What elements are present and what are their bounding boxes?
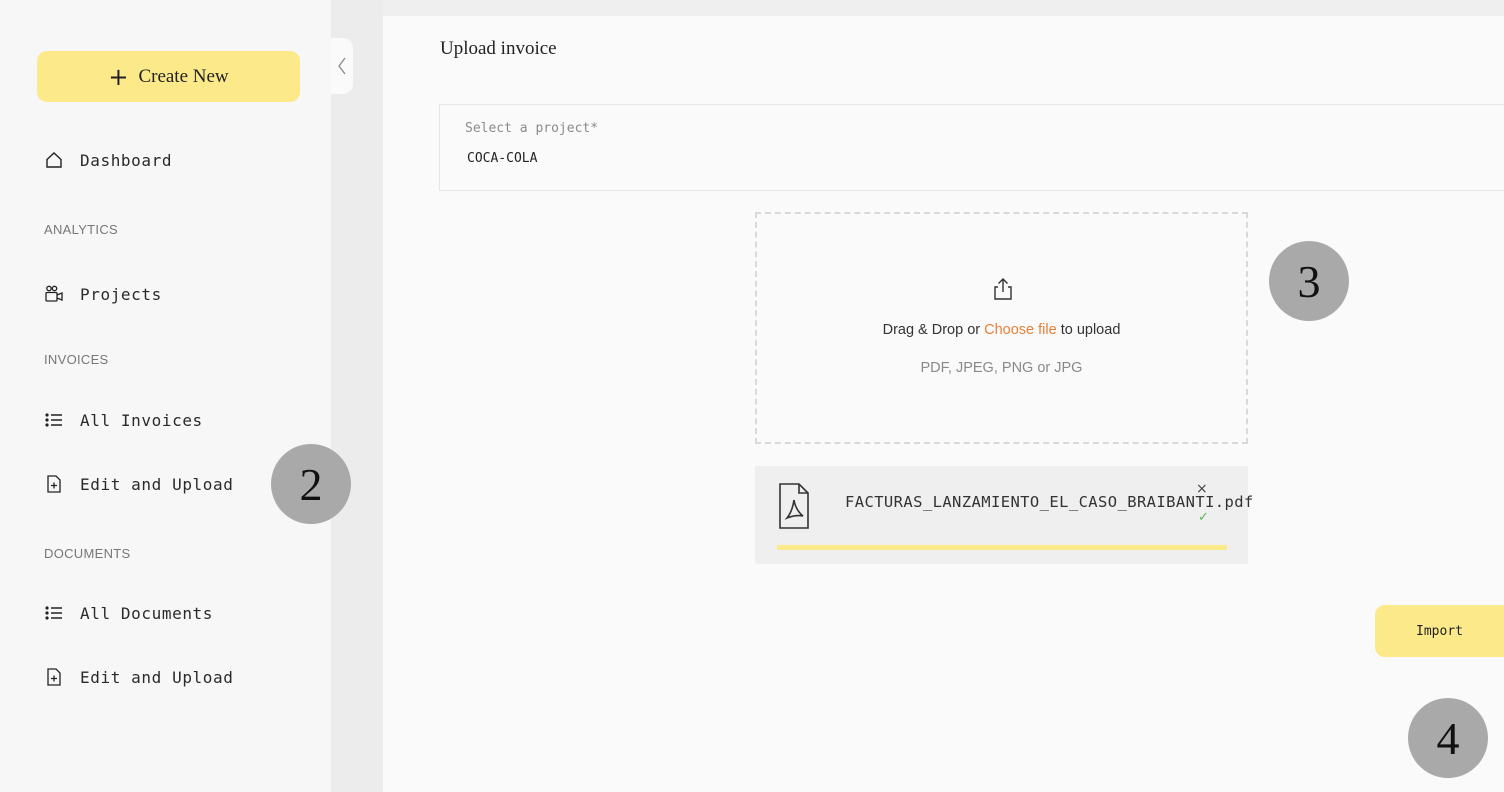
check-icon: ✓ (1198, 510, 1209, 525)
pdf-file-icon (779, 483, 809, 529)
dropzone-text-after: to upload (1056, 322, 1121, 338)
import-button[interactable]: Import (1375, 605, 1504, 657)
project-select-label: Select a project* (465, 121, 599, 136)
sidebar-item-all-invoices[interactable]: All Invoices (44, 407, 203, 433)
dropzone-text-before: Drag & Drop or (882, 322, 985, 338)
file-plus-icon (44, 667, 64, 687)
sidebar-item-documents-edit-upload[interactable]: Edit and Upload (44, 664, 234, 690)
upload-progress-bar (777, 545, 1227, 550)
upload-icon (994, 278, 1012, 300)
sidebar-item-label: Projects (80, 284, 162, 304)
step-marker-3: 3 (1269, 241, 1349, 321)
section-heading-invoices: INVOICES (44, 352, 109, 367)
file-plus-icon (44, 474, 64, 494)
create-new-label: Create New (138, 65, 229, 87)
plus-icon: + (108, 62, 129, 91)
project-select[interactable]: Select a project* COCA-COLA (439, 104, 1504, 191)
sidebar-item-label: Edit and Upload (80, 667, 234, 687)
list-icon (44, 410, 64, 430)
sidebar-item-label: All Documents (80, 603, 214, 623)
uploaded-file-card: FACTURAS_LANZAMIENTO_EL_CASO_BRAIBANTI.p… (755, 466, 1253, 564)
section-heading-analytics: ANALYTICS (44, 222, 118, 237)
step-marker-2: 2 (271, 444, 351, 524)
page-title: Upload invoice (440, 38, 557, 59)
choose-file-link[interactable]: Choose file (984, 322, 1057, 338)
main-panel: Upload invoice Select a project* COCA-CO… (383, 16, 1504, 792)
sidebar-item-label: Edit and Upload (80, 474, 234, 494)
sidebar: + Create New Dashboard ANALYTICS Project… (0, 0, 331, 792)
chevron-left-icon (338, 57, 346, 75)
sidebar-item-invoices-edit-upload[interactable]: Edit and Upload (44, 471, 234, 497)
file-name: FACTURAS_LANZAMIENTO_EL_CASO_BRAIBANTI.p… (845, 493, 1254, 511)
step-marker-4: 4 (1408, 698, 1488, 778)
sidebar-item-dashboard[interactable]: Dashboard (44, 147, 172, 173)
upload-progress-fill (777, 545, 1227, 550)
collapse-sidebar-button[interactable] (331, 38, 353, 94)
sidebar-item-all-documents[interactable]: All Documents (44, 600, 213, 626)
create-new-button[interactable]: + Create New (37, 51, 300, 102)
project-select-value: COCA-COLA (467, 151, 538, 166)
section-heading-documents: DOCUMENTS (44, 546, 131, 561)
list-icon (44, 603, 64, 623)
dropzone-instructions: Drag & Drop or Choose file to upload (757, 322, 1246, 338)
sidebar-item-label: Dashboard (80, 150, 173, 170)
sidebar-item-projects[interactable]: Projects (44, 281, 162, 307)
sidebar-item-label: All Invoices (80, 410, 203, 430)
sidebar-divider (331, 0, 383, 792)
file-dropzone[interactable]: Drag & Drop or Choose file to upload PDF… (755, 212, 1248, 444)
close-icon[interactable]: × (1196, 481, 1208, 497)
dropzone-accepted-formats: PDF, JPEG, PNG or JPG (920, 360, 1083, 376)
home-icon (44, 150, 64, 170)
camera-icon (44, 284, 64, 304)
